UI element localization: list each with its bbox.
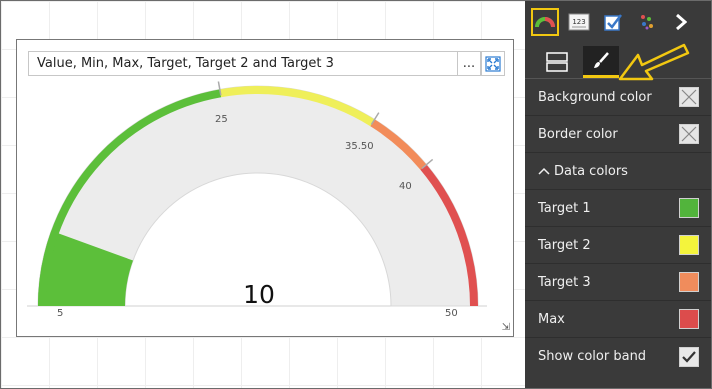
- border-color-picker[interactable]: [679, 124, 699, 144]
- target2-label: 35.50: [345, 141, 374, 152]
- checkbox-visual-icon: [604, 14, 622, 31]
- checkbox-visual-button[interactable]: [599, 8, 627, 36]
- max-color-label: Max: [538, 311, 565, 327]
- target1-color-swatch[interactable]: [679, 198, 699, 218]
- gauge-visual-button[interactable]: [531, 8, 559, 36]
- target2-color-swatch[interactable]: [679, 235, 699, 255]
- no-color-icon: [681, 89, 697, 105]
- target3-color-swatch[interactable]: [679, 272, 699, 292]
- resize-grip-icon[interactable]: ⇲: [502, 322, 510, 333]
- target3-label: 40: [399, 181, 412, 192]
- tab-fields[interactable]: [539, 46, 575, 78]
- target2-color-row[interactable]: Target 2: [525, 227, 711, 264]
- background-color-label: Background color: [538, 89, 652, 105]
- border-color-row[interactable]: Border color: [525, 116, 711, 153]
- data-colors-section-header[interactable]: Data colors: [525, 153, 711, 190]
- gauge-value-text: 10: [243, 280, 275, 309]
- max-color-row[interactable]: Max: [525, 301, 711, 338]
- show-color-band-checkbox[interactable]: [679, 346, 699, 367]
- checkmark-icon: [682, 350, 696, 363]
- target3-color-label: Target 3: [538, 274, 591, 290]
- no-color-icon: [681, 126, 697, 142]
- background-color-picker[interactable]: [679, 87, 699, 107]
- background-color-row[interactable]: Background color: [525, 79, 711, 116]
- tab-format[interactable]: [583, 46, 619, 78]
- chevron-right-icon: [676, 13, 687, 31]
- svg-text:123: 123: [572, 18, 585, 26]
- gauge-visual[interactable]: Value, Min, Max, Target, Target 2 and Ta…: [16, 39, 514, 337]
- max-color-swatch[interactable]: [679, 309, 699, 329]
- visualization-bar: 123: [525, 1, 711, 43]
- show-color-band-row[interactable]: Show color band: [525, 338, 711, 375]
- callout-arrow-icon: [618, 43, 690, 81]
- fields-icon: [546, 52, 568, 72]
- scatter-icon: [641, 15, 653, 30]
- show-color-band-label: Show color band: [538, 349, 647, 364]
- chevron-up-icon: [538, 167, 550, 175]
- scatter-visual-button[interactable]: [633, 8, 661, 36]
- target3-color-row[interactable]: Target 3: [525, 264, 711, 301]
- more-visuals-button[interactable]: [667, 8, 695, 36]
- target1-color-label: Target 1: [538, 200, 591, 216]
- gauge-icon: [535, 17, 555, 28]
- gauge-max-label: 50: [445, 308, 458, 319]
- target2-color-label: Target 2: [538, 237, 591, 253]
- paint-brush-icon: [594, 51, 609, 68]
- target1-label: 25: [215, 114, 228, 125]
- target1-color-row[interactable]: Target 1: [525, 190, 711, 227]
- app-root: Value, Min, Max, Target, Target 2 and Ta…: [0, 0, 712, 389]
- card-number-icon: 123: [568, 13, 590, 31]
- card-visual-button[interactable]: 123: [565, 8, 593, 36]
- data-colors-label: Data colors: [554, 163, 628, 179]
- gauge-min-label: 5: [57, 308, 64, 319]
- border-color-label: Border color: [538, 126, 618, 142]
